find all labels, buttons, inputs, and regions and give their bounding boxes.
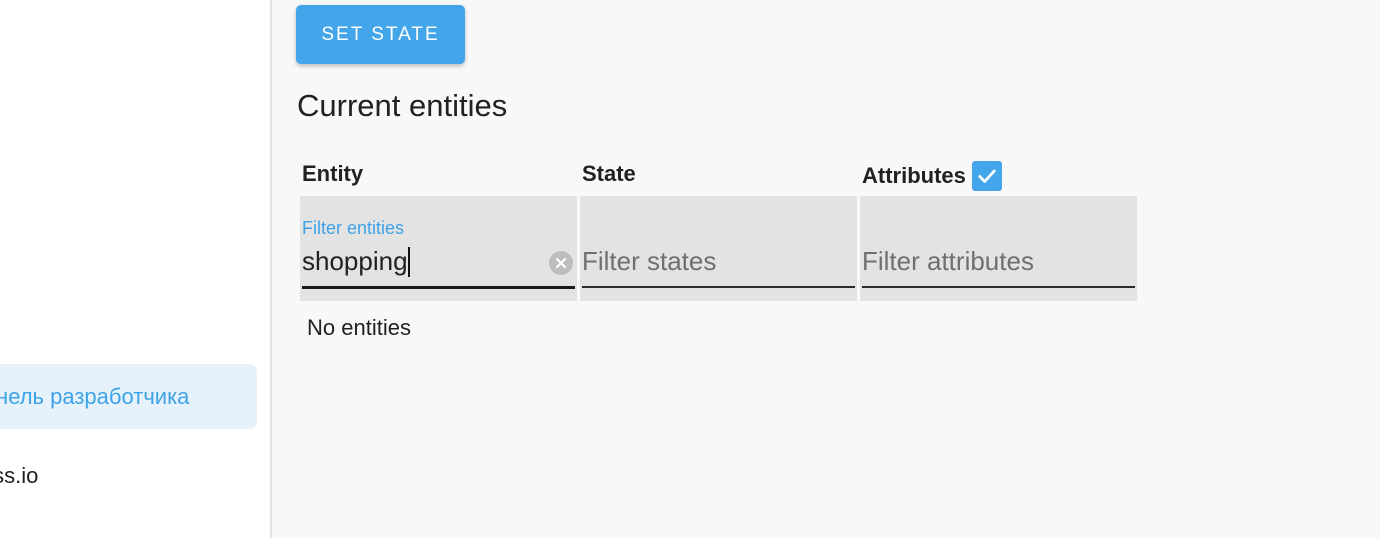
sidebar-item-hassio[interactable]: Hass.io <box>0 456 257 496</box>
entity-filter-label: Filter entities <box>302 218 405 238</box>
column-header-attributes: Attributes <box>862 161 1002 191</box>
entity-filter-cell: Filter entities shopping <box>300 196 577 301</box>
attributes-checkbox[interactable] <box>971 161 1002 191</box>
main-content: SET STATE Current entities Entity State … <box>272 0 1380 538</box>
check-icon <box>978 169 996 183</box>
attributes-filter-cell <box>860 196 1137 301</box>
column-header-state-label: State <box>582 161 636 186</box>
column-header-state: State <box>582 161 636 187</box>
sidebar-item-label: Панель разработчика <box>0 383 190 409</box>
state-filter-field <box>582 196 855 288</box>
sidebar: Панель разработчика Hass.io <box>0 0 272 538</box>
set-state-button[interactable]: SET STATE <box>296 5 465 64</box>
column-header-entity: Entity <box>302 161 363 187</box>
sidebar-item-label: Hass.io <box>0 463 39 488</box>
state-filter-input[interactable] <box>582 244 822 278</box>
text-caret <box>407 246 410 277</box>
sidebar-item-developer-tools[interactable]: Панель разработчика <box>0 364 257 429</box>
state-filter-cell <box>580 196 857 301</box>
column-header-entity-label: Entity <box>302 161 364 186</box>
close-icon <box>555 257 567 269</box>
page-title: Current entities <box>297 88 508 123</box>
attributes-filter-input[interactable] <box>862 244 1102 278</box>
app: Панель разработчика Hass.io SET STATE Cu… <box>0 0 1380 538</box>
entity-filter-value: shopping <box>302 246 408 276</box>
attributes-filter-field <box>862 196 1135 288</box>
column-header-attributes-label: Attributes <box>862 163 966 188</box>
entity-filter-input[interactable]: shopping <box>302 246 410 277</box>
entity-filter-field[interactable]: Filter entities shopping <box>302 196 575 289</box>
empty-state-text: No entities <box>307 315 411 340</box>
clear-icon[interactable] <box>549 251 573 275</box>
